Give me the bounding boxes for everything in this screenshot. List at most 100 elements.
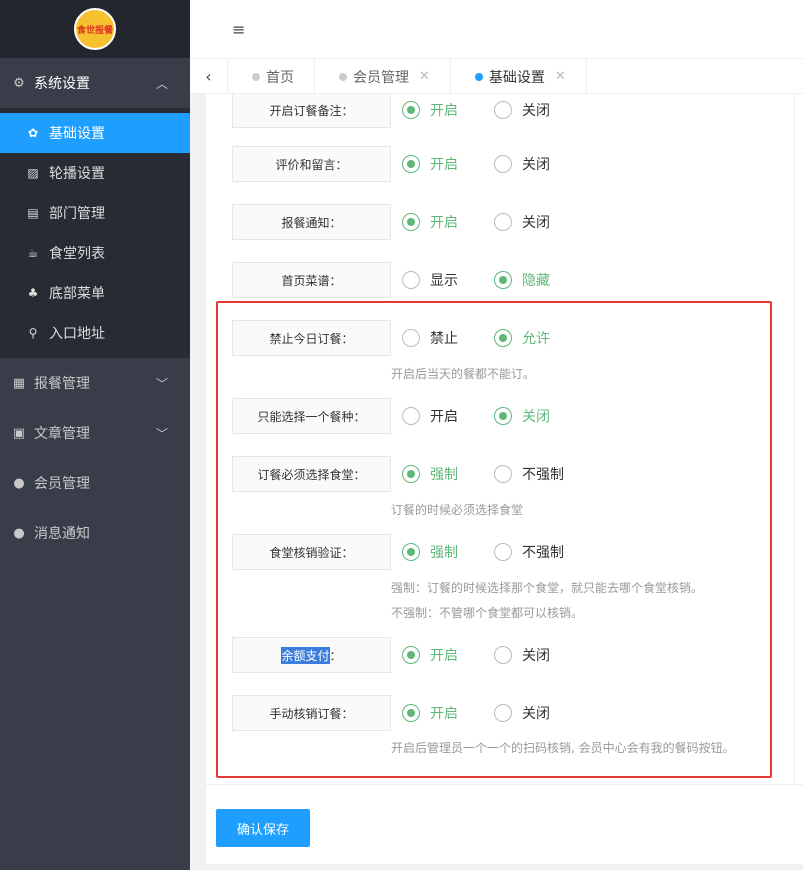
chat-icon: ● (13, 525, 25, 541)
menu-toggle-icon[interactable]: ≡ (232, 20, 245, 39)
image-icon: ▨ (27, 166, 39, 180)
sub-item-departments[interactable]: ▤ 部门管理 (0, 193, 190, 233)
sub-item-canteens[interactable]: ☕ 食堂列表 (0, 233, 190, 273)
radio-option[interactable]: 显示 (402, 267, 458, 293)
sub-item-carousel[interactable]: ▨ 轮播设置 (0, 153, 190, 193)
radio-circle-icon (402, 155, 420, 173)
logo[interactable]: 食世报餐 (74, 8, 116, 50)
radio-option[interactable]: 关闭 (494, 403, 550, 429)
radio-option[interactable]: 禁止 (402, 325, 458, 351)
tab-home[interactable]: 首页 (228, 59, 315, 94)
form-row-order-note: 开启订餐备注： 开启 关闭 (232, 94, 752, 128)
radio-option[interactable]: 不强制 (494, 539, 564, 565)
form-label: 只能选择一个餐种： (232, 398, 391, 434)
chevron-down-icon: ﹀ (155, 426, 168, 441)
radio-option[interactable]: 开启 (402, 151, 458, 177)
nav-system-settings[interactable]: ⚙ 系统设置 ︿ (0, 58, 190, 108)
form-label: 首页菜谱： (232, 262, 391, 298)
radio-label: 开启 (430, 706, 458, 722)
nav-label: 文章管理 (34, 426, 90, 442)
search-icon: ⚲ (28, 326, 38, 340)
settings-form: 开启订餐备注： 开启 关闭 评价和留言： 开启 关闭 报餐通知： 开启 关闭 首… (206, 94, 803, 864)
sub-item-entry-url[interactable]: ⚲ 入口地址 (0, 313, 190, 353)
form-row-canteen-verify: 食堂核销验证： 强制 不强制 (232, 534, 752, 570)
radio-circle-icon (402, 543, 420, 561)
chevron-left-icon[interactable]: ‹ (190, 59, 228, 93)
radio-option[interactable]: 不强制 (494, 461, 564, 487)
sub-item-label: 基础设置 (49, 126, 105, 142)
close-icon[interactable]: ✕ (555, 69, 566, 84)
radio-label: 开启 (430, 648, 458, 664)
radio-label: 开启 (430, 103, 458, 119)
sitemap-icon: ♣ (27, 286, 39, 300)
radio-circle-icon (494, 704, 512, 722)
radio-circle-icon (494, 101, 512, 119)
form-label: 开启订餐备注： (232, 94, 391, 128)
sidebar: 食世报餐 ⚙ 系统设置 ︿ ✿ 基础设置 ▨ 轮播设置 ▤ 部门管理 ☕ 食堂列… (0, 0, 190, 870)
nav-article-management[interactable]: ▣ 文章管理 ﹀ (0, 408, 190, 458)
tab-basic-settings[interactable]: 基础设置 ✕ (451, 59, 587, 94)
nav-label: 消息通知 (34, 526, 90, 542)
radio-label: 禁止 (430, 331, 458, 347)
radio-option[interactable]: 开启 (402, 403, 458, 429)
radio-option[interactable]: 允许 (494, 325, 550, 351)
radio-label: 强制 (430, 467, 458, 483)
form-row-single-meal: 只能选择一个餐种： 开启 关闭 (232, 398, 752, 434)
radio-option[interactable]: 关闭 (494, 97, 550, 123)
radio-circle-icon (402, 704, 420, 722)
system-submenu: ✿ 基础设置 ▨ 轮播设置 ▤ 部门管理 ☕ 食堂列表 ♣ 底部菜单 ⚲ 入口地… (0, 108, 190, 358)
document-icon: ▤ (27, 206, 39, 220)
radio-label: 关闭 (522, 706, 550, 722)
radio-circle-icon (494, 646, 512, 664)
radio-circle-icon (494, 465, 512, 483)
sub-item-label: 底部菜单 (49, 286, 105, 302)
radio-option[interactable]: 强制 (402, 539, 458, 565)
tab-bar: ‹ 首页 会员管理 ✕ 基础设置 ✕ (190, 58, 803, 94)
form-label: 余额支付： (232, 637, 391, 673)
radio-option[interactable]: 开启 (402, 642, 458, 668)
form-label: 食堂核销验证： (232, 534, 391, 570)
radio-label: 隐藏 (522, 273, 550, 289)
radio-option[interactable]: 关闭 (494, 700, 550, 726)
sub-item-label: 入口地址 (49, 326, 105, 342)
radio-circle-icon (402, 213, 420, 231)
sub-item-label: 部门管理 (49, 206, 105, 222)
radio-option[interactable]: 关闭 (494, 209, 550, 235)
close-icon[interactable]: ✕ (419, 69, 430, 84)
radio-option[interactable]: 强制 (402, 461, 458, 487)
sub-item-basic-settings[interactable]: ✿ 基础设置 (0, 113, 190, 153)
radio-label: 关闭 (522, 215, 550, 231)
radio-option[interactable]: 开启 (402, 700, 458, 726)
save-button[interactable]: 确认保存 (216, 809, 310, 847)
selected-text: 余额支付 (281, 646, 330, 664)
label-suffix: ： (329, 648, 342, 663)
radio-label: 关闭 (522, 648, 550, 664)
radio-option[interactable]: 隐藏 (494, 267, 550, 293)
radio-label: 不强制 (522, 467, 564, 483)
coffee-icon: ☕ (27, 246, 39, 260)
form-label: 报餐通知： (232, 204, 391, 240)
radio-label: 关闭 (522, 103, 550, 119)
top-header: ≡ (190, 0, 803, 58)
tab-dot (252, 72, 260, 81)
form-label: 评价和留言： (232, 146, 391, 182)
chevron-down-icon: ﹀ (155, 376, 168, 391)
hint-text: 订餐的时候必须选择食堂 (391, 503, 524, 517)
nav-member-management[interactable]: ● 会员管理 (0, 458, 190, 508)
tab-member-management[interactable]: 会员管理 ✕ (315, 59, 451, 94)
radio-option[interactable]: 开启 (402, 97, 458, 123)
form-label: 订餐必须选择食堂： (232, 456, 391, 492)
radio-option[interactable]: 关闭 (494, 642, 550, 668)
radio-circle-icon (494, 407, 512, 425)
table-icon: ▦ (12, 375, 26, 391)
sub-item-bottom-menu[interactable]: ♣ 底部菜单 (0, 273, 190, 313)
radio-option[interactable]: 开启 (402, 209, 458, 235)
nav-label: 系统设置 (34, 76, 90, 92)
radio-option[interactable]: 关闭 (494, 151, 550, 177)
radio-label: 关闭 (522, 409, 550, 425)
chevron-up-icon: ︿ (155, 76, 168, 91)
hint-text: 开启后管理员一个一个的扫码核销, 会员中心会有我的餐码按钮。 (391, 741, 735, 755)
nav-meal-management[interactable]: ▦ 报餐管理 ﹀ (0, 358, 190, 408)
nav-notifications[interactable]: ● 消息通知 (0, 508, 190, 558)
radio-circle-icon (402, 329, 420, 347)
